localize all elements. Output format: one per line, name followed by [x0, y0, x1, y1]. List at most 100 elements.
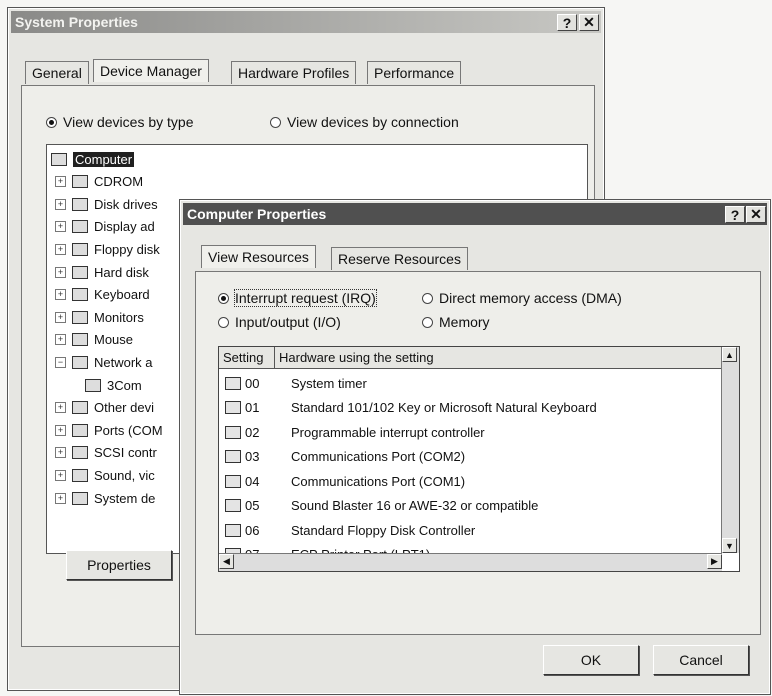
close-button[interactable]: ✕	[746, 206, 766, 223]
list-row[interactable]: 06 Standard Floppy Disk Controller	[219, 518, 475, 542]
expand-toggle-icon[interactable]: +	[55, 176, 66, 188]
hardware-cell: Standard Floppy Disk Controller	[291, 522, 476, 538]
tree-item[interactable]: − Network a	[55, 352, 153, 372]
tree-item[interactable]: + Display ad	[55, 217, 155, 237]
tree-item-label: Network a	[94, 354, 153, 370]
expand-toggle-icon[interactable]: +	[55, 311, 66, 323]
list-row[interactable]: 05 Sound Blaster 16 or AWE-32 or compatib…	[219, 494, 538, 518]
computer-properties-window: Computer Properties ? ✕ View Resources R…	[179, 199, 771, 695]
scroll-right-arrow-icon[interactable]: ▶	[707, 554, 722, 569]
tree-item[interactable]: + Sound, vic	[55, 465, 155, 485]
tree-item-label: Computer	[73, 151, 135, 167]
hardware-cell: System timer	[291, 375, 367, 391]
tab-view-resources[interactable]: View Resources	[201, 245, 316, 268]
tab-performance[interactable]: Performance	[367, 61, 462, 84]
tree-item-label: Floppy disk	[94, 241, 160, 257]
tree-item-label: Other devi	[94, 400, 154, 416]
tree-item[interactable]: Computer	[51, 149, 135, 169]
tab-general[interactable]: General	[25, 61, 89, 84]
radio-dma[interactable]: Direct memory access (DMA)	[422, 290, 622, 306]
device-icon	[225, 499, 241, 512]
radio-dot-selected	[218, 292, 229, 304]
column-header-setting[interactable]: Setting	[219, 347, 275, 369]
setting-cell: 01	[245, 400, 260, 415]
expand-toggle-icon[interactable]: −	[55, 356, 66, 368]
view-resources-panel: Interrupt request (IRQ) Direct memory ac…	[195, 271, 761, 635]
radio-label: Direct memory access (DMA)	[439, 290, 622, 306]
tree-item[interactable]: + Other devi	[55, 398, 154, 418]
list-row[interactable]: 03 Communications Port (COM2)	[219, 445, 465, 469]
computer-properties-titlebar[interactable]: Computer Properties ? ✕	[183, 203, 767, 225]
expand-toggle-icon[interactable]: +	[55, 469, 66, 481]
tree-item[interactable]: + Hard disk	[55, 262, 149, 282]
tree-item[interactable]: + System de	[55, 488, 155, 508]
tree-item[interactable]: + Disk drives	[55, 194, 158, 214]
question-icon	[72, 401, 88, 415]
resource-list[interactable]: Setting Hardware using the setting 00 Sys…	[218, 346, 740, 572]
vertical-scrollbar[interactable]: ▲ ▼	[721, 347, 739, 553]
list-row[interactable]: 00 System timer	[219, 371, 367, 395]
tree-item[interactable]: 3Com	[85, 375, 142, 395]
monitor-icon	[72, 310, 88, 324]
close-button[interactable]: ✕	[579, 14, 599, 31]
tree-item-label: Mouse	[94, 332, 134, 348]
expand-toggle-icon[interactable]: +	[55, 424, 66, 436]
radio-memory[interactable]: Memory	[422, 314, 490, 330]
scroll-left-arrow-icon[interactable]: ◀	[219, 554, 234, 569]
radio-view-by-type[interactable]: View devices by type	[46, 114, 193, 130]
help-button[interactable]: ?	[725, 206, 745, 223]
setting-cell: 04	[245, 473, 260, 489]
help-button[interactable]: ?	[557, 14, 577, 31]
expand-toggle-icon[interactable]: +	[55, 198, 66, 210]
radio-irq[interactable]: Interrupt request (IRQ)	[218, 289, 377, 307]
radio-dot	[422, 292, 433, 304]
tab-hardware-profiles[interactable]: Hardware Profiles	[231, 61, 357, 84]
tree-item-label: System de	[94, 490, 156, 506]
setting-cell: 03	[245, 449, 260, 464]
expand-toggle-icon[interactable]: +	[55, 221, 66, 233]
scroll-up-arrow-icon[interactable]: ▲	[722, 347, 737, 362]
radio-io[interactable]: Input/output (I/O)	[218, 314, 341, 330]
system-properties-titlebar[interactable]: System Properties ? ✕	[11, 11, 601, 33]
hardware-cell: Communications Port (COM1)	[291, 473, 466, 489]
radio-view-by-connection[interactable]: View devices by connection	[270, 114, 459, 130]
properties-button[interactable]: Properties	[66, 550, 172, 580]
expand-toggle-icon[interactable]: +	[55, 402, 66, 414]
expand-toggle-icon[interactable]: +	[55, 289, 66, 301]
tree-item[interactable]: + Keyboard	[55, 285, 150, 305]
tree-item-label: Hard disk	[94, 264, 149, 280]
expand-toggle-icon[interactable]: +	[55, 243, 66, 255]
cdrom-icon	[72, 175, 88, 189]
tree-item[interactable]: + Monitors	[55, 307, 144, 327]
tree-item[interactable]: + SCSI contr	[55, 443, 157, 463]
sound-icon	[72, 468, 88, 482]
tree-item-label: Ports (COM	[94, 422, 163, 438]
scroll-down-arrow-icon[interactable]: ▼	[722, 538, 737, 553]
list-row[interactable]: 01 Standard 101/102 Key or Microsoft Natu…	[219, 396, 597, 420]
expand-toggle-icon[interactable]: +	[55, 334, 66, 346]
tree-item[interactable]: + Mouse	[55, 330, 133, 350]
ok-button[interactable]: OK	[543, 645, 639, 675]
disk-icon	[72, 197, 88, 211]
tree-item[interactable]: + Ports (COM	[55, 420, 163, 440]
expand-toggle-icon[interactable]: +	[55, 266, 66, 278]
radio-dot	[218, 316, 229, 328]
tree-item[interactable]: + CDROM	[55, 172, 143, 192]
expand-toggle-icon[interactable]: +	[55, 492, 66, 504]
device-icon	[225, 474, 241, 488]
tree-item[interactable]: + Floppy disk	[55, 239, 160, 259]
column-header-hardware[interactable]: Hardware using the setting	[275, 347, 722, 369]
tree-item-label: Disk drives	[94, 196, 158, 212]
list-row[interactable]: 02 Programmable interrupt controller	[219, 420, 485, 444]
tab-device-manager[interactable]: Device Manager	[93, 59, 209, 82]
hardware-cell: Communications Port (COM2)	[291, 449, 466, 464]
radio-label: View devices by connection	[287, 114, 459, 130]
horizontal-scrollbar[interactable]: ◀ ▶	[219, 553, 722, 571]
expand-toggle-icon[interactable]: +	[55, 447, 66, 459]
list-row[interactable]: 04 Communications Port (COM1)	[219, 469, 465, 493]
tab-reserve-resources[interactable]: Reserve Resources	[331, 247, 468, 270]
tree-item-label: 3Com	[107, 377, 142, 393]
cancel-button[interactable]: Cancel	[653, 645, 749, 675]
system-icon	[72, 491, 88, 505]
device-icon	[225, 425, 241, 439]
